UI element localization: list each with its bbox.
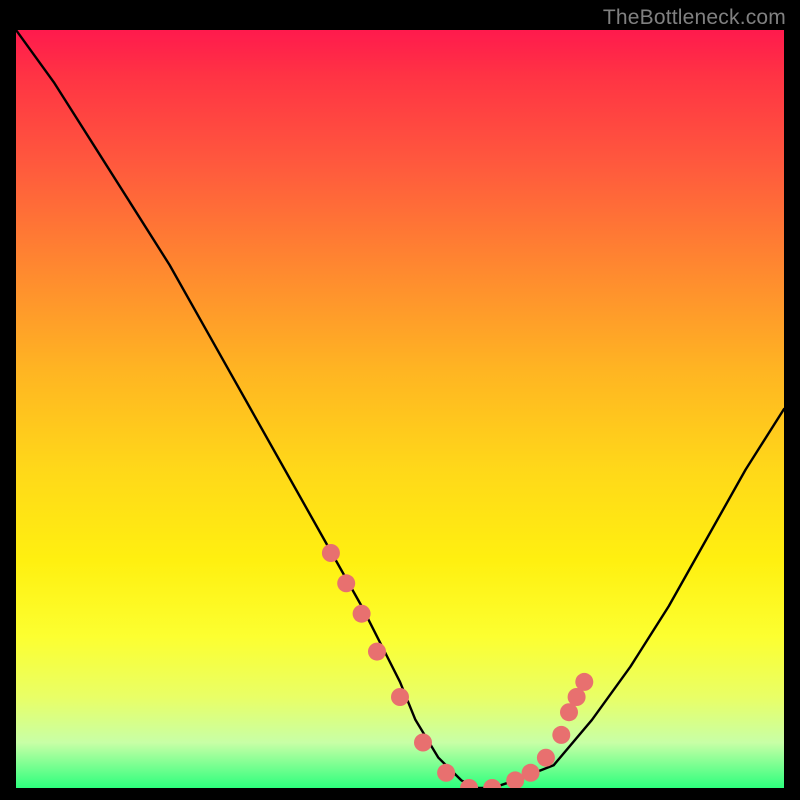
highlight-dot xyxy=(414,734,432,752)
highlight-dot xyxy=(322,544,340,562)
chart-frame xyxy=(16,30,784,788)
watermark-text: TheBottleneck.com xyxy=(603,6,786,30)
highlight-dot xyxy=(483,779,501,788)
highlight-dot xyxy=(537,749,555,767)
highlight-dot xyxy=(391,688,409,706)
highlight-dot-group xyxy=(322,544,593,788)
highlight-dot xyxy=(506,771,524,788)
chart-overlay xyxy=(16,30,784,788)
highlight-dot xyxy=(552,726,570,744)
highlight-dot xyxy=(353,605,371,623)
highlight-dot xyxy=(337,574,355,592)
highlight-dot xyxy=(437,764,455,782)
bottleneck-curve-line xyxy=(16,30,784,788)
highlight-dot xyxy=(575,673,593,691)
highlight-dot xyxy=(522,764,540,782)
highlight-dot xyxy=(368,643,386,661)
